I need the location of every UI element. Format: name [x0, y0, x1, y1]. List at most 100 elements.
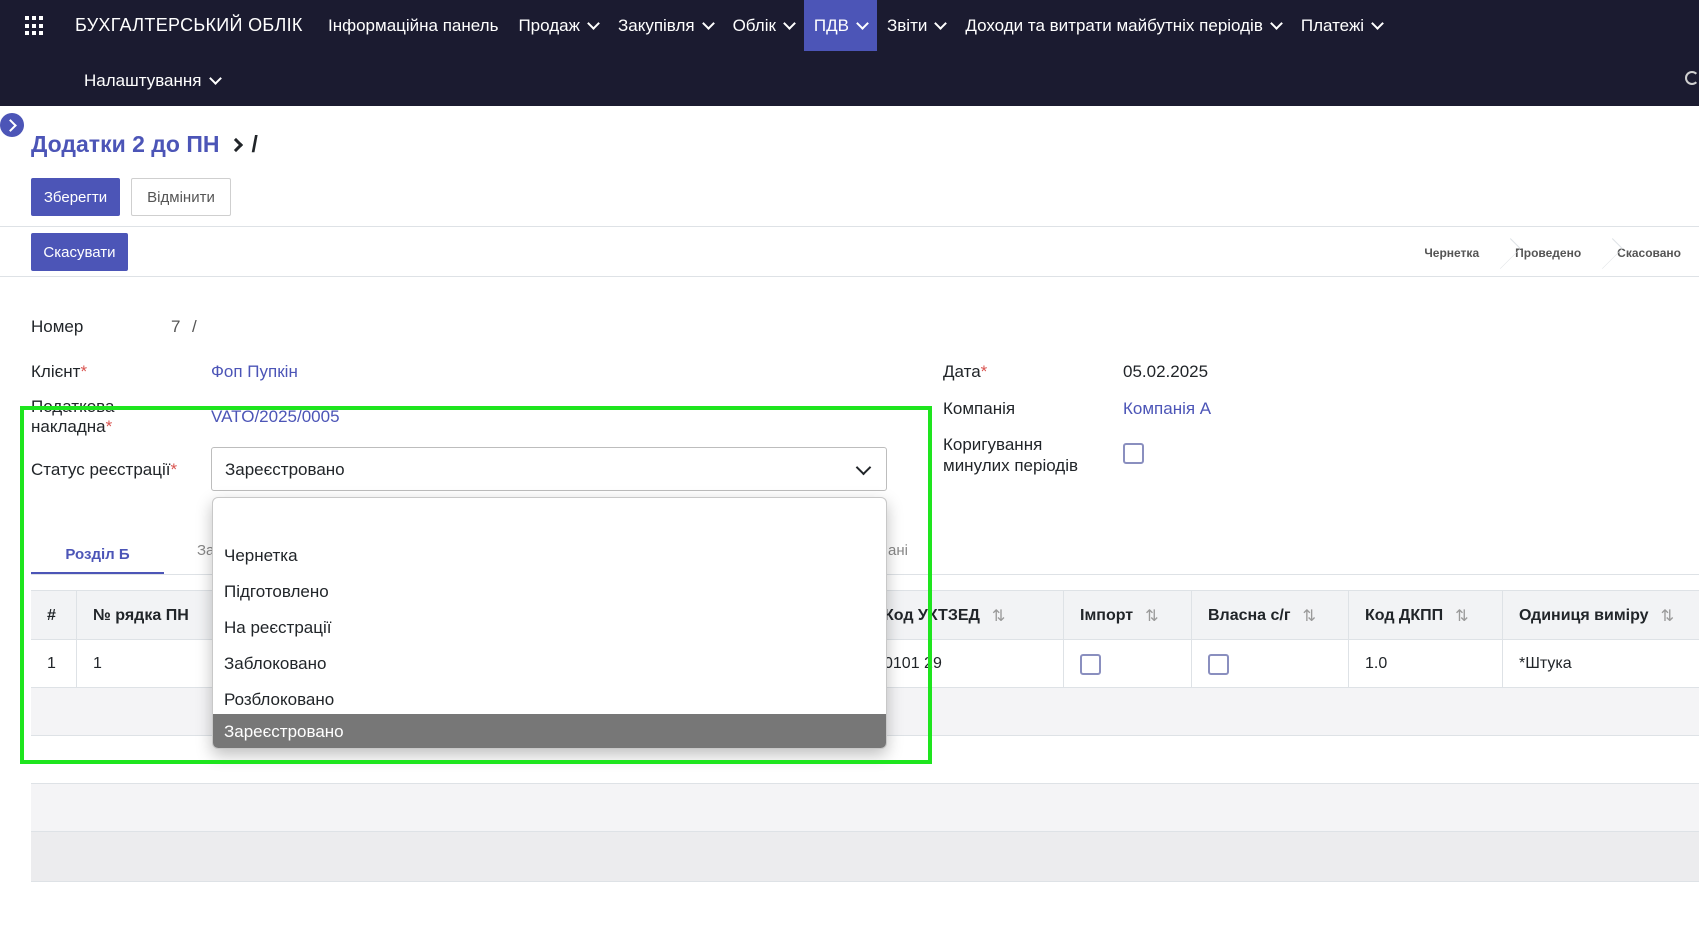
invoice-label: Податкова накладна*	[31, 397, 115, 436]
menu-item-label: Продаж	[518, 15, 580, 35]
save-button[interactable]: Зберегти	[31, 178, 120, 216]
menu-item-label: Доходи та витрати майбутніх періодів	[965, 15, 1263, 35]
number-value: 7	[171, 317, 181, 336]
chevron-right-icon	[229, 137, 244, 152]
client-link[interactable]: Фоп Пупкін	[211, 362, 298, 382]
chevron-down-icon	[701, 16, 715, 30]
dropdown-option-prepared[interactable]: Підготовлено	[213, 574, 886, 610]
status-draft[interactable]: Чернетка	[1406, 233, 1497, 273]
cell-own	[1191, 640, 1348, 688]
status-bar: Чернетка Проведено Скасовано	[1406, 233, 1699, 273]
app-brand[interactable]: БУХГАЛТЕРСЬКИЙ ОБЛІК	[75, 15, 303, 36]
status-dropdown-menu: Чернетка Підготовлено На реєстрації Забл…	[212, 497, 887, 749]
chevron-down-icon	[783, 16, 796, 30]
menu-item-vat[interactable]: ПДВ	[803, 0, 877, 51]
dropdown-option-draft[interactable]: Чернетка	[213, 538, 886, 574]
number-label: Номер	[31, 317, 84, 336]
breadcrumb-current: /	[251, 131, 258, 157]
chevron-down-icon	[856, 16, 869, 30]
chevron-down-icon	[1371, 16, 1384, 30]
col-num: #	[47, 607, 56, 624]
menu-item-label: Облік	[732, 15, 776, 35]
sort-icon: ⇅	[1145, 608, 1159, 625]
menu-item-label: Інформаційна панель	[328, 15, 499, 35]
col-dkpp-label: Код ДКПП	[1365, 607, 1444, 624]
dropdown-option-registered[interactable]: Зареєстровано	[213, 714, 886, 748]
col-dkpp[interactable]: Код ДКПП ⇅	[1348, 591, 1502, 641]
sort-icon: ⇅	[1660, 608, 1674, 625]
menu-item-reports[interactable]: Звіти	[877, 0, 955, 51]
chevron-down-icon	[1269, 16, 1283, 30]
discard-button[interactable]: Відмінити	[131, 178, 231, 216]
import-checkbox[interactable]	[1080, 653, 1101, 675]
menu-item-settings[interactable]: Налаштування	[74, 55, 230, 106]
breadcrumb: Додатки 2 до ПН /	[31, 131, 258, 158]
correction-label: Коригування минулих періодів	[943, 434, 1078, 476]
invoice-label-line2: накладна	[31, 417, 106, 436]
table-empty-row	[31, 784, 1699, 832]
menu-item-purchases[interactable]: Закупівля	[608, 0, 723, 51]
col-import-label: Імпорт	[1080, 607, 1134, 624]
divider	[0, 226, 1699, 227]
col-unit-label: Одиниця виміру	[1519, 607, 1649, 624]
menu-item-payments[interactable]: Платежі	[1291, 0, 1392, 51]
sort-icon: ⇅	[1302, 608, 1316, 625]
tab-section-b[interactable]: Розділ Б	[31, 537, 164, 575]
menu-item-label: Звіти	[887, 15, 928, 35]
cell-dkpp: 1.0	[1348, 640, 1502, 688]
menu-item-sales[interactable]: Продаж	[508, 0, 608, 51]
col-unit[interactable]: Одиниця виміру ⇅	[1502, 591, 1699, 641]
status-select[interactable]: Зареєстровано	[211, 447, 887, 491]
cancel-button[interactable]: Скасувати	[31, 233, 128, 271]
col-import[interactable]: Імпорт ⇅	[1063, 591, 1191, 641]
chevron-down-icon	[934, 16, 948, 30]
status-cancelled[interactable]: Скасовано	[1599, 233, 1699, 273]
menu-item-label: ПДВ	[813, 15, 849, 35]
own-checkbox[interactable]	[1208, 653, 1229, 675]
client-label: Клієнт*	[31, 362, 88, 381]
invoice-link[interactable]: VATO/2025/0005	[211, 407, 340, 427]
menu-item-accounting[interactable]: Облік	[723, 0, 804, 51]
invoice-label-line1: Податкова	[31, 397, 115, 416]
company-link[interactable]: Компанія А	[1123, 399, 1211, 419]
date-label-text: Дата	[943, 362, 981, 381]
col-own[interactable]: Власна с/г ⇅	[1191, 591, 1348, 641]
menu-item-dashboard[interactable]: Інформаційна панель	[318, 0, 508, 51]
dropdown-option-blocked[interactable]: Заблоковано	[213, 646, 886, 682]
menu-item-deferred[interactable]: Доходи та витрати майбутніх періодів	[955, 0, 1291, 51]
dropdown-option-registering[interactable]: На реєстрації	[213, 610, 886, 646]
sort-icon: ⇅	[1455, 608, 1469, 625]
table-footer-row	[31, 832, 1699, 882]
col-own-label: Власна с/г	[1208, 607, 1291, 624]
chevron-down-icon	[587, 16, 600, 30]
client-label-text: Клієнт	[31, 362, 81, 381]
cell-unit: *Штука	[1502, 640, 1699, 688]
status-label: Статус реєстрації*	[31, 460, 178, 479]
apps-grid-icon[interactable]	[25, 16, 45, 36]
menu-item-label: Закупівля	[617, 15, 695, 35]
correction-label-line2: минулих періодів	[943, 456, 1079, 475]
dropdown-option-empty[interactable]	[213, 501, 886, 537]
col-uktzed-label: Код УКТЗЕД	[884, 607, 980, 624]
dropdown-option-unblocked[interactable]: Розблоковано	[213, 682, 886, 718]
cell-import	[1063, 640, 1191, 688]
chevron-down-icon	[208, 71, 222, 85]
status-posted[interactable]: Проведено	[1497, 233, 1599, 273]
chevron-down-icon	[855, 459, 872, 476]
main-menu: Інформаційна панель Продаж Закупівля Обл…	[318, 0, 1392, 51]
number-suffix: /	[192, 317, 197, 336]
divider	[0, 276, 1699, 277]
status-select-value: Зареєстровано	[225, 460, 345, 479]
loading-icon	[1685, 71, 1699, 85]
breadcrumb-parent-link[interactable]: Додатки 2 до ПН	[31, 131, 219, 158]
col-uktzed[interactable]: Код УКТЗЕД ⇅	[871, 591, 1063, 641]
correction-checkbox[interactable]	[1123, 443, 1144, 464]
menu-item-label: Налаштування	[84, 70, 202, 90]
sort-icon: ⇅	[991, 608, 1006, 625]
sidebar-toggle-icon[interactable]	[0, 113, 24, 137]
tab-clipped-right[interactable]: ані	[888, 542, 908, 559]
correction-label-line1: Коригування	[943, 435, 1043, 454]
date-value[interactable]: 05.02.2025	[1123, 362, 1208, 382]
status-label-text: Статус реєстрації	[31, 460, 171, 479]
cell-num: 1	[47, 655, 56, 672]
